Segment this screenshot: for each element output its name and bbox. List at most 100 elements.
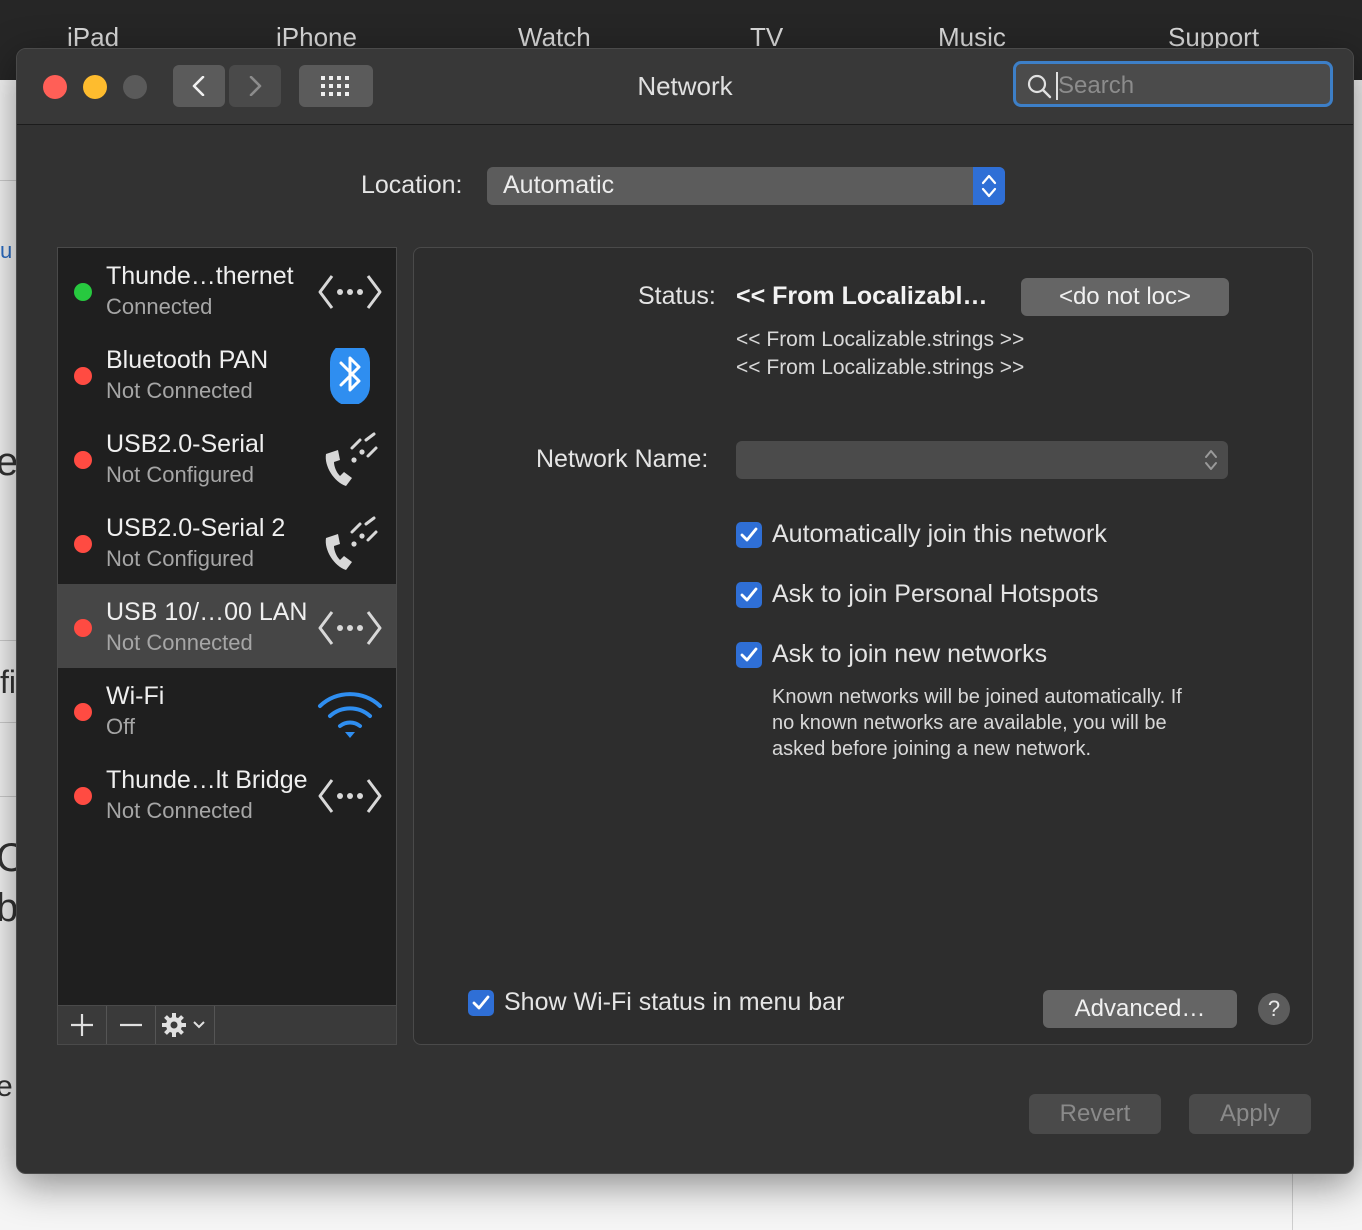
service-status: Not Configured	[106, 462, 254, 487]
service-name: USB2.0-Serial 2	[106, 514, 286, 542]
back-button[interactable]	[173, 65, 225, 107]
add-service-button[interactable]	[58, 1006, 107, 1044]
close-button[interactable]	[43, 75, 67, 99]
minimize-button[interactable]	[83, 75, 107, 99]
new-networks-label[interactable]: Ask to join new networks	[772, 640, 1047, 669]
service-name: Wi-Fi	[106, 682, 165, 710]
status-value: << From Localizabl…	[736, 282, 988, 310]
checkmark-icon	[740, 647, 758, 662]
bg-divider	[0, 722, 16, 723]
location-popup[interactable]: Automatic	[487, 167, 1005, 205]
bg-edge-text: fi	[0, 664, 16, 700]
network-name-popup[interactable]	[736, 441, 1228, 479]
service-item-wifi[interactable]: Wi-Fi Off	[58, 668, 396, 752]
help-text-line: Known networks will be joined automatica…	[772, 686, 1182, 708]
service-status: Off	[106, 714, 135, 739]
checkmark-icon	[740, 527, 758, 542]
advanced-button[interactable]: Advanced…	[1043, 990, 1237, 1028]
help-text-line: no known networks are available, you wil…	[772, 712, 1167, 734]
service-item-thunderbolt-ethernet[interactable]: Thunde…thernet Connected	[58, 248, 396, 332]
status-detail-line: << From Localizable.strings >>	[736, 356, 1025, 379]
up-down-chevron-icon	[1205, 450, 1217, 470]
title-bar: Network Search	[17, 49, 1353, 125]
chevron-right-icon	[249, 76, 262, 96]
plus-icon	[71, 1014, 93, 1036]
service-status: Not Connected	[106, 630, 253, 655]
service-name: USB2.0-Serial	[106, 430, 265, 458]
revert-button[interactable]: Revert	[1029, 1094, 1161, 1134]
status-dot	[74, 703, 92, 721]
action-menu-button[interactable]	[156, 1006, 215, 1044]
search-field[interactable]: Search	[1013, 61, 1333, 107]
status-dot	[74, 535, 92, 553]
chevron-left-icon	[192, 76, 205, 96]
service-item-thunderbolt-bridge[interactable]: Thunde…lt Bridge Not Connected	[58, 752, 396, 836]
popup-arrows	[973, 167, 1005, 205]
help-button[interactable]: ?	[1258, 993, 1290, 1025]
help-text-line: asked before joining a new network.	[772, 738, 1092, 760]
ethernet-icon	[318, 611, 382, 645]
service-name: Bluetooth PAN	[106, 346, 269, 374]
status-detail-line: << From Localizable.strings >>	[736, 328, 1025, 351]
service-list[interactable]: Thunde…thernet Connected Bluetooth PAN N…	[57, 247, 397, 1045]
show-all-button[interactable]	[299, 65, 373, 107]
service-item-usb-lan[interactable]: USB 10/…00 LAN Not Connected	[58, 584, 396, 668]
status-dot	[74, 451, 92, 469]
location-label: Location:	[361, 171, 463, 199]
service-item-usb2-serial[interactable]: USB2.0-Serial Not Configured	[58, 416, 396, 500]
bg-divider	[1292, 1170, 1293, 1230]
service-name: Thunde…thernet	[106, 262, 294, 290]
bg-edge-text: u	[0, 238, 13, 263]
checkmark-icon	[472, 995, 490, 1010]
bg-edge-text: e	[0, 1070, 13, 1103]
auto-join-checkbox[interactable]	[736, 522, 762, 548]
phone-modem-icon	[325, 432, 378, 486]
new-networks-checkbox[interactable]	[736, 642, 762, 668]
text-cursor	[1056, 72, 1058, 100]
phone-modem-icon	[325, 516, 378, 570]
network-preferences-window: Network Search Location: Automatic Thund…	[16, 48, 1354, 1174]
service-name: USB 10/…00 LAN	[106, 598, 308, 626]
apply-button[interactable]: Apply	[1189, 1094, 1311, 1134]
service-list-toolbar	[57, 1005, 397, 1045]
status-dot	[74, 619, 92, 637]
service-status: Connected	[106, 294, 213, 319]
service-status: Not Connected	[106, 798, 253, 823]
detail-pane: Status: << From Localizabl… <do not loc>…	[413, 247, 1313, 1045]
bg-divider	[0, 640, 16, 641]
do-not-loc-button[interactable]: <do not loc>	[1021, 278, 1229, 316]
gear-icon	[162, 1013, 186, 1037]
search-placeholder: Search	[1058, 72, 1135, 99]
personal-hotspots-label[interactable]: Ask to join Personal Hotspots	[772, 580, 1099, 609]
service-name: Thunde…lt Bridge	[106, 766, 308, 794]
personal-hotspots-checkbox[interactable]	[736, 582, 762, 608]
remove-service-button[interactable]	[107, 1006, 156, 1044]
grid-icon	[321, 76, 349, 96]
status-dot	[74, 283, 92, 301]
service-status: Not Connected	[106, 378, 253, 403]
service-item-bluetooth-pan[interactable]: Bluetooth PAN Not Connected	[58, 332, 396, 416]
ethernet-icon	[318, 275, 382, 309]
bg-divider	[0, 796, 16, 797]
auto-join-label[interactable]: Automatically join this network	[772, 520, 1107, 549]
status-dot	[74, 787, 92, 805]
ethernet-icon	[318, 779, 382, 813]
status-dot	[74, 367, 92, 385]
wifi-icon	[318, 692, 382, 738]
checkmark-icon	[740, 587, 758, 602]
location-value: Automatic	[503, 171, 615, 199]
window-title: Network	[637, 71, 733, 101]
bluetooth-icon	[330, 348, 370, 404]
up-down-chevron-icon	[981, 174, 997, 198]
service-item-usb2-serial-2[interactable]: USB2.0-Serial 2 Not Configured	[58, 500, 396, 584]
minus-icon	[120, 1023, 142, 1027]
zoom-button[interactable]	[123, 75, 147, 99]
show-wifi-status-label[interactable]: Show Wi-Fi status in menu bar	[504, 988, 844, 1017]
forward-button[interactable]	[229, 65, 281, 107]
status-label: Status:	[638, 282, 716, 310]
search-icon	[1027, 74, 1052, 99]
service-status: Not Configured	[106, 546, 254, 571]
network-name-label: Network Name:	[536, 445, 709, 473]
bg-divider	[0, 180, 16, 181]
show-wifi-status-checkbox[interactable]	[468, 990, 494, 1016]
